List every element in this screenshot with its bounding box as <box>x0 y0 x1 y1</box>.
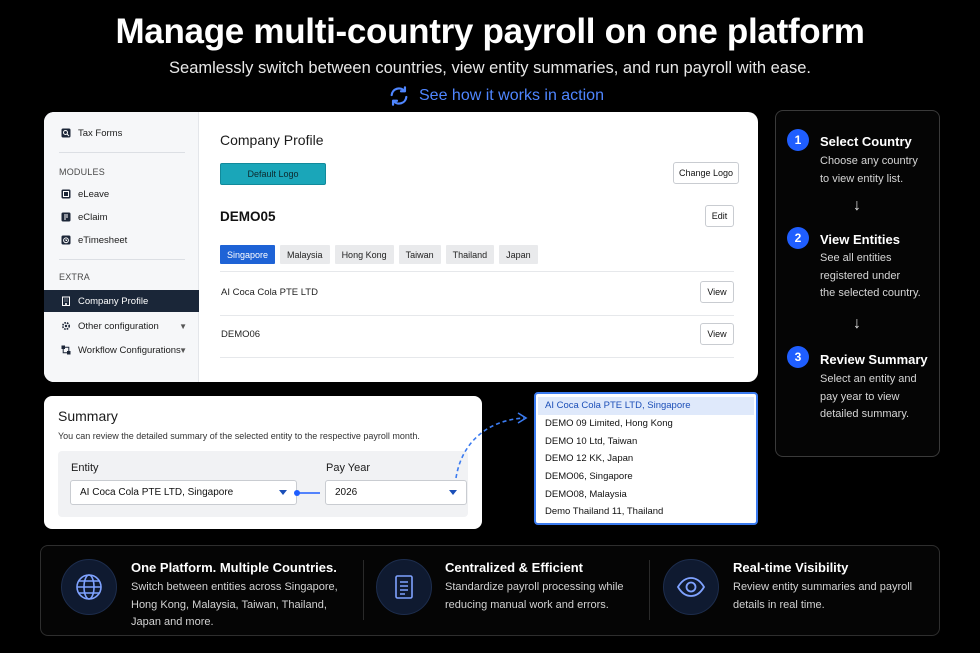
summary-title: Summary <box>58 408 118 424</box>
feature-title: Centralized & Efficient <box>445 560 583 575</box>
leave-icon <box>61 189 71 199</box>
sidebar-item-eleave[interactable]: eLeave <box>44 184 199 204</box>
entity-name: DEMO05 <box>220 209 276 224</box>
arrow-down-icon: ↓ <box>853 197 861 214</box>
sidebar-item-label: eClaim <box>78 211 108 223</box>
hero-title: Manage multi-country payroll on one plat… <box>115 12 865 51</box>
step-title: View Entities <box>820 232 900 247</box>
entity-dropdown-list: AI Coca Cola PTE LTD, Singapore DEMO 09 … <box>534 392 758 525</box>
row-divider <box>220 315 734 316</box>
sidebar-item-company-profile[interactable]: Company Profile <box>44 290 199 312</box>
chevron-down-icon: ▼ <box>179 321 187 331</box>
globe-icon <box>61 559 117 615</box>
pay-year-select[interactable]: 2026 <box>325 480 467 505</box>
dropdown-option-selected[interactable]: AI Coca Cola PTE LTD, Singapore <box>538 397 754 415</box>
sidebar-item-label: Workflow Configurations <box>78 344 181 356</box>
sidebar-item-label: Other configuration <box>78 320 159 332</box>
feature-title: One Platform. Multiple Countries. <box>131 560 337 575</box>
hero-subtitle: Seamlessly switch between countries, vie… <box>169 59 811 77</box>
building-icon <box>61 296 71 306</box>
tab-hong-kong[interactable]: Hong Kong <box>334 245 394 264</box>
entity-label: Entity <box>71 462 99 474</box>
sidebar-item-label: eLeave <box>78 188 110 200</box>
workflow-icon <box>61 345 71 355</box>
feature-description: Standardize payroll processing while redu… <box>445 581 624 611</box>
sidebar-item-label: Company Profile <box>78 295 149 307</box>
features-bar: One Platform. Multiple Countries. Switch… <box>40 545 940 636</box>
sidebar: Tax Forms MODULES eLeave eClaim eTimeshe… <box>44 112 199 382</box>
dropdown-option[interactable]: Demo Thailand 11, Thailand <box>536 503 756 521</box>
sidebar-divider <box>59 259 185 260</box>
dropdown-option[interactable]: DEMO 10 Ltd, Taiwan <box>536 433 756 451</box>
entity-row-name: AI Coca Cola PTE LTD <box>221 287 318 298</box>
step-description: Choose any country to view entity list. <box>820 155 918 185</box>
entity-select[interactable]: AI Coca Cola PTE LTD, Singapore <box>70 480 297 505</box>
step-number: 1 <box>787 129 809 151</box>
feature-divider <box>649 560 650 620</box>
sidebar-item-workflow-configurations[interactable]: Workflow Configurations ▼ <box>44 340 199 360</box>
entity-row-name: DEMO06 <box>221 329 261 340</box>
dropdown-option[interactable]: DEMO 09 Limited, Hong Kong <box>536 415 756 433</box>
feature-description: Switch between entities across Singapore… <box>131 581 338 628</box>
step-description: See all entities registered under the sele… <box>820 252 921 299</box>
tab-thailand[interactable]: Thailand <box>445 245 495 264</box>
see-how-it-works-label: See how it works in action <box>419 87 604 104</box>
edit-button[interactable]: Edit <box>705 205 734 227</box>
step-title: Select Country <box>820 134 912 149</box>
page-title: Company Profile <box>220 132 324 148</box>
chevron-down-icon: ▼ <box>179 345 187 355</box>
row-divider <box>220 271 734 272</box>
feature-divider <box>363 560 364 620</box>
search-document-icon <box>61 128 71 138</box>
refresh-icon <box>390 86 408 106</box>
dropdown-option[interactable]: DEMO08, Malaysia <box>536 486 756 504</box>
country-tabs: Singapore Malaysia Hong Kong Taiwan Thai… <box>220 245 538 264</box>
claim-icon <box>61 212 71 222</box>
settings-icon <box>61 321 71 331</box>
arrow-down-icon: ↓ <box>853 315 861 332</box>
sidebar-item-label: eTimesheet <box>78 234 128 246</box>
feature-description: Review entity summaries and payroll detai… <box>733 581 913 611</box>
company-profile-window: Tax Forms MODULES eLeave eClaim eTimeshe… <box>44 112 758 382</box>
step-title: Review Summary <box>820 352 928 367</box>
dropdown-option[interactable]: DEMO 12 KK, Japan <box>536 450 756 468</box>
sidebar-item-etimesheet[interactable]: eTimesheet <box>44 230 199 250</box>
tab-taiwan[interactable]: Taiwan <box>398 245 441 264</box>
modules-header: MODULES <box>59 167 105 177</box>
step-number: 2 <box>787 227 809 249</box>
see-how-it-works-link[interactable]: See how it works in action <box>388 85 604 107</box>
tab-malaysia[interactable]: Malaysia <box>280 245 330 264</box>
dropdown-option[interactable]: DEMO06, Singapore <box>536 468 756 486</box>
sidebar-item-label: Tax Forms <box>78 127 123 139</box>
entity-select-value: AI Coca Cola PTE LTD, Singapore <box>80 487 234 498</box>
step-number: 3 <box>787 346 809 368</box>
caret-down-icon <box>449 490 457 495</box>
extra-header: EXTRA <box>59 272 91 282</box>
sidebar-item-tax-forms[interactable]: Tax Forms <box>44 123 199 143</box>
tab-singapore[interactable]: Singapore <box>220 245 276 264</box>
pay-year-label: Pay Year <box>326 462 371 474</box>
steps-panel: 1 Select Country Choose any country to vi… <box>775 110 940 457</box>
pay-year-select-value: 2026 <box>335 487 358 498</box>
view-button[interactable]: View <box>700 323 734 345</box>
change-logo-button[interactable]: Change Logo <box>673 162 739 184</box>
timesheet-icon <box>61 235 71 245</box>
sidebar-item-other-configuration[interactable]: Other configuration ▼ <box>44 316 199 336</box>
eye-icon <box>663 559 719 615</box>
sidebar-item-eclaim[interactable]: eClaim <box>44 207 199 227</box>
summary-description: You can review the detailed summary of t… <box>58 431 420 441</box>
default-logo-button[interactable]: Default Logo <box>220 163 326 185</box>
feature-title: Real-time Visibility <box>733 560 849 575</box>
company-profile-content: Company Profile Default Logo Change Logo… <box>200 112 758 382</box>
summary-card: Summary You can review the detailed summ… <box>44 396 482 529</box>
view-button[interactable]: View <box>700 281 734 303</box>
sidebar-divider <box>59 152 185 153</box>
caret-down-icon <box>279 490 287 495</box>
document-icon <box>376 559 432 615</box>
tab-japan[interactable]: Japan <box>499 245 538 264</box>
step-description: Select an entity and pay year to view deta… <box>820 373 917 420</box>
row-divider <box>220 357 734 358</box>
